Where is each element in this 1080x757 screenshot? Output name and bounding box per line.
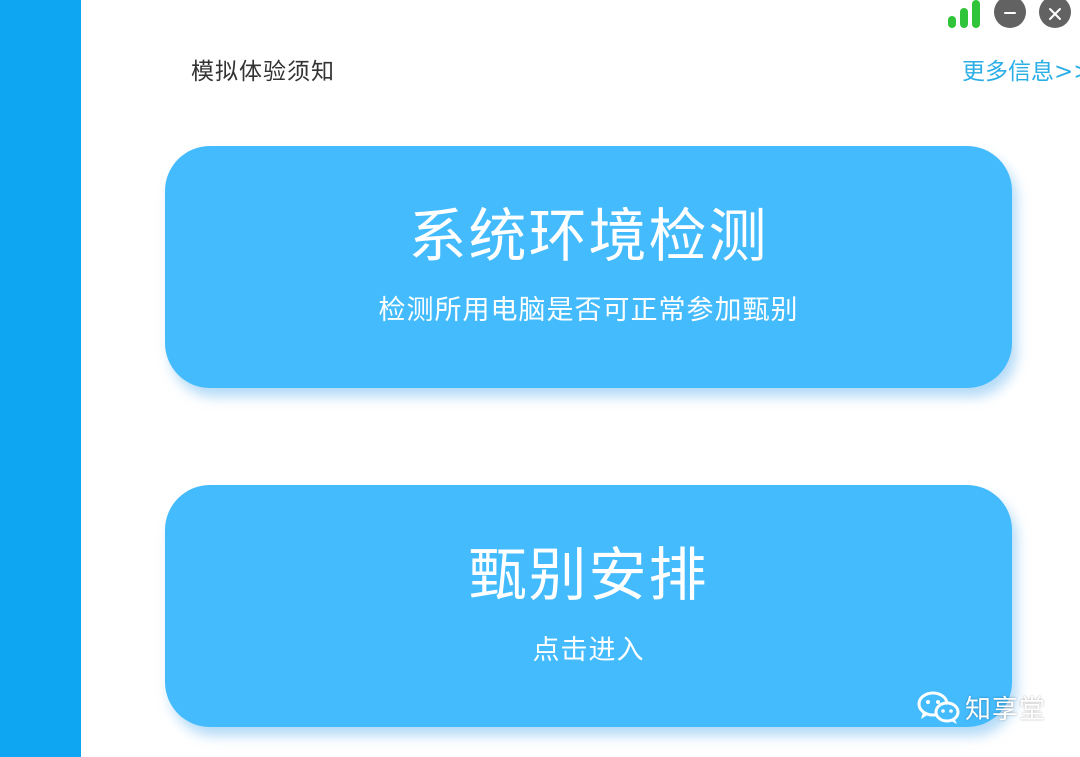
close-button[interactable]: [1039, 0, 1071, 28]
screening-arrangement-card[interactable]: 甄别安排 点击进入: [165, 485, 1012, 727]
system-check-card[interactable]: 系统环境检测 检测所用电脑是否可正常参加甄别: [165, 146, 1012, 388]
signal-bars-icon: [948, 0, 982, 28]
card-subtitle: 检测所用电脑是否可正常参加甄别: [378, 295, 799, 326]
card-title: 甄别安排: [468, 541, 709, 609]
wechat-icon: [917, 691, 960, 724]
card-title: 系统环境检测: [408, 202, 769, 270]
close-icon: [1049, 8, 1061, 20]
left-sidebar: [0, 0, 81, 757]
minimize-button[interactable]: [994, 0, 1026, 28]
watermark: 知享堂: [917, 689, 1046, 726]
notice-link[interactable]: 模拟体验须知: [191, 52, 335, 86]
card-subtitle: 点击进入: [532, 635, 645, 666]
watermark-text: 知享堂: [965, 695, 1047, 725]
more-info-link[interactable]: 更多信息>>: [962, 52, 1080, 86]
minimize-icon: [1004, 12, 1016, 14]
